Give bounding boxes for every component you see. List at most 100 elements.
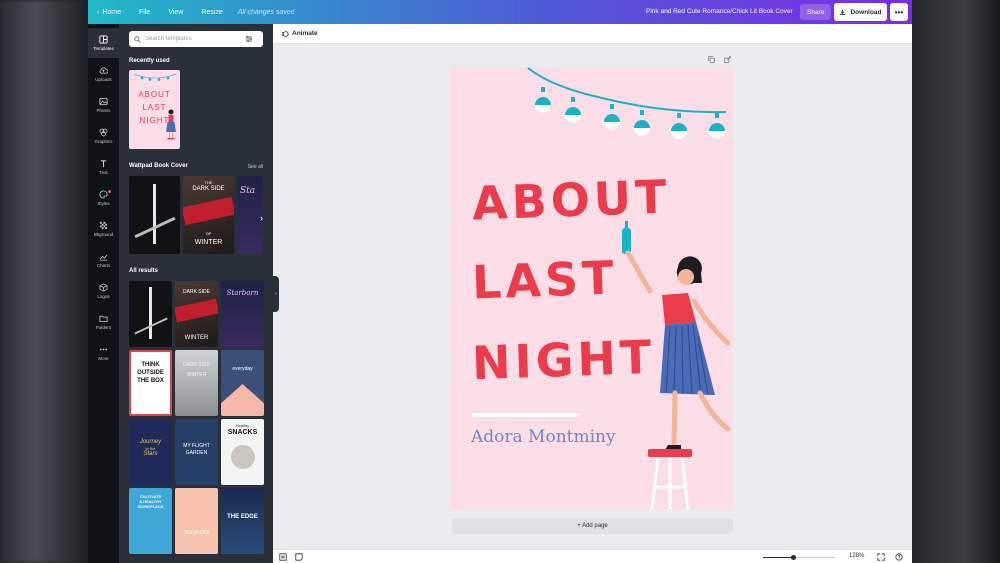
zoom-slider[interactable] bbox=[763, 555, 835, 560]
resize-menu[interactable]: Resize bbox=[192, 9, 231, 16]
home-button[interactable]: ‹ Home bbox=[88, 9, 130, 16]
add-page-icon[interactable] bbox=[724, 56, 731, 63]
rail-item-text[interactable]: Text bbox=[88, 152, 119, 182]
rail-label: Photos bbox=[96, 108, 111, 113]
rail-item-logos[interactable]: Logos bbox=[88, 276, 119, 306]
add-page-button[interactable]: + Add page bbox=[452, 518, 733, 534]
fullscreen-icon[interactable] bbox=[877, 553, 885, 561]
rail-label: Charts bbox=[96, 263, 111, 268]
animate-icon bbox=[281, 30, 289, 37]
duplicate-page-icon[interactable] bbox=[708, 56, 715, 63]
cover-title-line-2[interactable]: LAST bbox=[471, 250, 618, 309]
template-thumbnail[interactable] bbox=[129, 281, 172, 347]
rail-label: Styles bbox=[97, 201, 110, 206]
home-label: Home bbox=[102, 8, 122, 16]
side-rail: Templates Uploads Photos Graphics Text S… bbox=[88, 24, 119, 563]
thumb-text: THE BOX bbox=[137, 378, 164, 384]
recent-template-thumbnail[interactable]: ABOUT LAST NIGHT bbox=[129, 70, 180, 149]
thumb-text: OF bbox=[205, 231, 212, 236]
dots-icon bbox=[99, 348, 108, 351]
thumb-text: DARK SIDE bbox=[183, 362, 210, 368]
red-band-graphic bbox=[175, 298, 218, 323]
thumb-text: THE bbox=[204, 180, 213, 185]
thumb-text: WORKPLACE bbox=[137, 504, 164, 509]
zoom-slider-handle[interactable] bbox=[790, 555, 796, 560]
template-thumbnail[interactable]: DARK SIDE WINTER bbox=[175, 350, 218, 416]
template-thumbnail[interactable] bbox=[129, 176, 180, 254]
template-thumbnail[interactable]: MY FLIGHT GARDEN bbox=[175, 419, 218, 485]
canva-editor: ‹ Home File View Resize All changes save… bbox=[88, 0, 912, 563]
rail-item-uploads[interactable]: Uploads bbox=[88, 59, 119, 89]
thumb-text: Journey bbox=[139, 439, 162, 445]
thumb-text: DARK SIDE bbox=[192, 186, 225, 192]
template-thumbnail[interactable]: magnolia bbox=[175, 488, 218, 554]
rail-item-photos[interactable]: Photos bbox=[88, 90, 119, 120]
collapse-panel-button[interactable]: ‹ bbox=[273, 276, 279, 312]
recent-thumb-line: ABOUT bbox=[138, 90, 171, 99]
thumb-text: THE EDGE bbox=[227, 514, 258, 520]
notes-icon[interactable] bbox=[295, 553, 303, 561]
thumb-text: OUTSIDE bbox=[137, 370, 164, 376]
see-all-link[interactable]: See all bbox=[248, 164, 263, 170]
rail-item-graphics[interactable]: Graphics bbox=[88, 121, 119, 151]
view-menu[interactable]: View bbox=[159, 9, 192, 16]
pattern-icon bbox=[99, 221, 108, 230]
template-thumbnail[interactable]: DARK SIDE WINTER bbox=[175, 281, 218, 347]
vertical-bar-graphic bbox=[153, 184, 156, 244]
template-thumbnail[interactable]: THINK OUTSIDE THE BOX bbox=[129, 350, 172, 416]
rail-item-more[interactable]: More bbox=[88, 338, 119, 368]
template-search-box[interactable] bbox=[129, 31, 263, 47]
rail-item-folders[interactable]: Folders bbox=[88, 307, 119, 337]
save-status: All changes saved bbox=[237, 8, 295, 16]
folder-icon bbox=[99, 315, 108, 323]
woman-figure-graphic bbox=[166, 109, 176, 140]
chevron-right-icon[interactable]: › bbox=[260, 213, 263, 223]
chevron-left-icon: ‹ bbox=[97, 8, 100, 16]
help-icon[interactable] bbox=[895, 553, 903, 561]
cover-author[interactable]: Adora Montminy bbox=[471, 427, 616, 447]
filter-icon[interactable] bbox=[245, 35, 253, 43]
string-lights-graphic bbox=[134, 73, 176, 81]
templates-panel: Recently used ABOUT LAST NIGHT Wattpad B… bbox=[119, 24, 273, 563]
thumb-text: GARDEN bbox=[185, 450, 208, 456]
rail-item-background[interactable]: Bkground bbox=[88, 214, 119, 244]
animate-button[interactable]: Animate bbox=[292, 30, 318, 37]
document-title[interactable]: Pink and Red Cute Romance/Chick Lit Book… bbox=[646, 8, 793, 15]
rail-item-styles[interactable]: Styles bbox=[88, 183, 119, 213]
zoom-level[interactable]: 128% bbox=[849, 553, 864, 559]
wattpad-heading: Wattpad Book Cover bbox=[129, 163, 188, 169]
page-view-icon[interactable] bbox=[279, 553, 287, 561]
template-thumbnail[interactable]: THE EDGE bbox=[221, 488, 264, 554]
file-menu[interactable]: File bbox=[130, 9, 159, 16]
more-options-button[interactable]: ••• bbox=[890, 3, 908, 21]
thumb-text: SNACKS bbox=[227, 429, 258, 436]
template-thumbnail[interactable]: Starborn bbox=[221, 281, 264, 347]
template-thumbnail[interactable]: Journey to the Stars bbox=[129, 419, 172, 485]
rail-label: Bkground bbox=[93, 232, 114, 237]
image-icon bbox=[99, 97, 108, 106]
template-thumbnail[interactable]: THE DARK SIDE OF WINTER bbox=[183, 176, 234, 254]
divider-line bbox=[472, 413, 580, 417]
rail-label: Graphics bbox=[94, 139, 113, 144]
chart-icon bbox=[99, 254, 108, 261]
recently-used-heading: Recently used bbox=[129, 58, 170, 64]
book-cover-page[interactable]: ABOUT LAST NIGHT Adora Montminy bbox=[450, 67, 733, 509]
template-thumbnail[interactable]: CULTIVATE A HEALTHY WORKPLACE bbox=[129, 488, 172, 554]
search-input[interactable] bbox=[145, 36, 241, 42]
rail-item-templates[interactable]: Templates bbox=[88, 28, 119, 58]
bowl-graphic bbox=[231, 445, 255, 469]
thumb-text: MY FLIGHT bbox=[183, 443, 210, 449]
thumb-text: WINTER bbox=[186, 372, 207, 378]
template-thumbnail[interactable]: Healthy SNACKS bbox=[221, 419, 264, 485]
string-lights-graphic bbox=[527, 67, 727, 139]
rail-label: Folders bbox=[95, 325, 111, 330]
download-label: Download bbox=[850, 8, 882, 16]
share-button[interactable]: Share bbox=[800, 4, 832, 20]
top-bar: ‹ Home File View Resize All changes save… bbox=[88, 0, 912, 24]
rail-label: More bbox=[98, 356, 109, 361]
rail-item-charts[interactable]: Charts bbox=[88, 245, 119, 275]
template-thumbnail[interactable]: everyday bbox=[221, 350, 264, 416]
download-button[interactable]: Download bbox=[834, 3, 887, 21]
text-icon bbox=[100, 160, 107, 168]
triangle-graphic bbox=[221, 384, 264, 416]
